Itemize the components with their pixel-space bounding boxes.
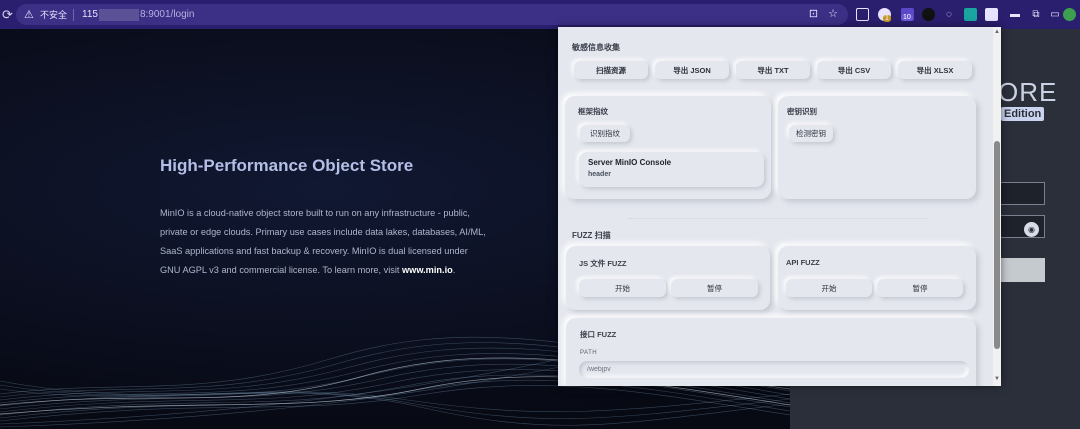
- secret-detection-title: 密钥识别: [787, 107, 817, 116]
- extension-badge: 10: [901, 14, 913, 21]
- security-label[interactable]: 不安全: [40, 8, 67, 21]
- sidebar-icon[interactable]: ▭: [1048, 6, 1062, 22]
- fuzz-scan-title: FUZZ 扫描: [572, 231, 611, 240]
- bookmark-star-icon[interactable]: ☆: [828, 7, 838, 20]
- js-fuzz-pause-button[interactable]: 暂停: [671, 279, 758, 297]
- extension-icon[interactable]: ▬: [1008, 6, 1022, 22]
- minio-link[interactable]: www.min.io: [402, 265, 453, 275]
- address-bar[interactable]: ⚠ 不安全 115 8:9001/login ⊡ ☆: [16, 4, 848, 25]
- extension-badge: 1: [883, 15, 891, 22]
- interface-fuzz-title: 接口 FUZZ: [580, 330, 617, 339]
- username-field[interactable]: [998, 182, 1045, 205]
- framework-fingerprint-card: 框架指纹 识别指纹: [565, 96, 771, 199]
- brand-logo-text: ORE: [998, 77, 1058, 107]
- sensitive-info-title: 敏感信息收集: [572, 43, 620, 52]
- export-csv-button[interactable]: 导出 CSV: [817, 61, 891, 79]
- edition-label: Edition: [1001, 107, 1045, 121]
- framework-fingerprint-title: 框架指纹: [578, 107, 608, 116]
- hero-description: MinIO is a cloud-native object store bui…: [160, 204, 490, 280]
- extension-icon[interactable]: [921, 6, 935, 22]
- api-fuzz-start-button[interactable]: 开始: [786, 279, 872, 297]
- scrollbar-thumb[interactable]: [994, 141, 1000, 349]
- export-xlsx-button[interactable]: 导出 XLSX: [898, 61, 972, 79]
- api-fuzz-pause-button[interactable]: 暂停: [877, 279, 963, 297]
- browser-toolbar: ⟳ ⚠ 不安全 115 8:9001/login ⊡ ☆ 1 10 ◌ ▬ ⧉ …: [0, 0, 1080, 29]
- url-prefix: 115: [82, 9, 98, 20]
- detect-secrets-button[interactable]: 检测密钥: [789, 125, 833, 142]
- extension-icon[interactable]: ◌: [942, 6, 956, 22]
- scroll-down-icon[interactable]: ▼: [994, 376, 1000, 382]
- warning-icon[interactable]: ⚠: [24, 9, 36, 21]
- reload-icon[interactable]: ⟳: [2, 7, 16, 23]
- fingerprint-name: Server MinIO Console: [588, 158, 672, 167]
- secret-detection-card: 密钥识别 检测密钥: [778, 96, 976, 199]
- js-fuzz-card: JS 文件 FUZZ 开始 暂停: [566, 246, 770, 310]
- extension-icon[interactable]: [855, 6, 869, 22]
- scrollbar[interactable]: ▲ ▼: [993, 27, 1001, 386]
- extension-icon[interactable]: [984, 6, 998, 22]
- hero-description-end: .: [452, 265, 456, 275]
- export-txt-button[interactable]: 导出 TXT: [736, 61, 810, 79]
- api-fuzz-card: API FUZZ 开始 暂停: [778, 246, 976, 310]
- export-json-button[interactable]: 导出 JSON: [655, 61, 729, 79]
- hero-title: High-Performance Object Store: [160, 156, 414, 175]
- scan-resources-button[interactable]: 扫描资源: [574, 61, 648, 79]
- url-suffix: 8:9001/login: [139, 9, 195, 20]
- api-fuzz-title: API FUZZ: [786, 258, 820, 267]
- identify-fingerprint-button[interactable]: 识别指纹: [580, 125, 630, 142]
- fingerprint-location: header: [588, 171, 611, 178]
- puzzle-icon[interactable]: ⧉: [1029, 6, 1043, 22]
- js-fuzz-start-button[interactable]: 开始: [579, 279, 666, 297]
- eye-icon[interactable]: ◉: [1024, 222, 1039, 237]
- extension-icon[interactable]: [963, 6, 977, 22]
- url-text[interactable]: 115 8:9001/login: [82, 8, 195, 21]
- path-input[interactable]: [579, 361, 969, 378]
- extension-popup: 敏感信息收集 扫描资源 导出 JSON 导出 TXT 导出 CSV 导出 XLS…: [558, 27, 1001, 386]
- section-divider: [628, 218, 928, 219]
- path-label: PATH: [580, 350, 598, 356]
- profile-avatar[interactable]: [1062, 6, 1076, 22]
- scroll-up-icon[interactable]: ▲: [994, 29, 1000, 35]
- js-fuzz-title: JS 文件 FUZZ: [579, 259, 627, 268]
- translate-icon[interactable]: ⊡: [809, 7, 818, 20]
- login-button[interactable]: [999, 258, 1045, 282]
- redacted-block: [98, 8, 139, 21]
- divider: [73, 8, 75, 21]
